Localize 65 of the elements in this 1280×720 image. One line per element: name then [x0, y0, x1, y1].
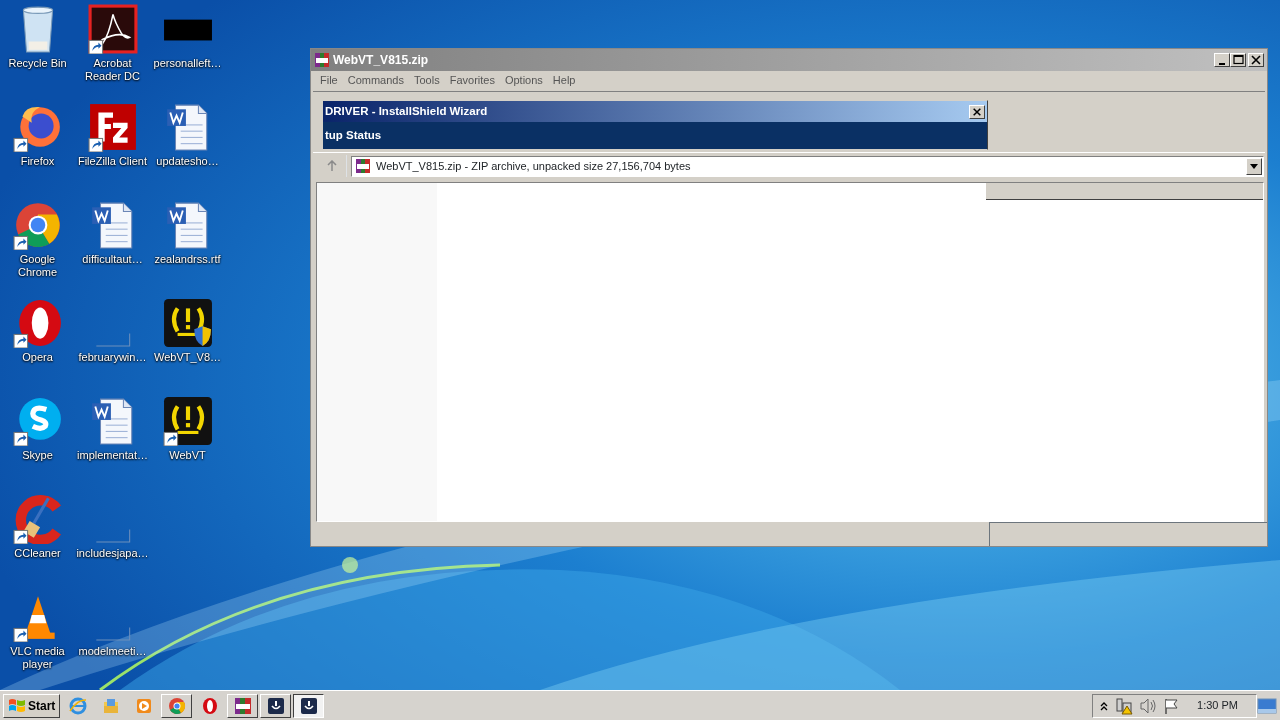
icon-label: Google Chrome [16, 253, 59, 279]
menu-item[interactable]: File [315, 71, 343, 89]
icon-label: updatesho… [155, 155, 220, 168]
desktop-icon[interactable] [162, 298, 213, 348]
network-warning-icon[interactable] [1115, 696, 1134, 715]
browser-icon [68, 696, 87, 715]
browser-icon [200, 696, 219, 715]
icon-label: VLC media player [9, 645, 66, 671]
dialog-title: DRIVER - InstallShield Wizard [325, 103, 488, 119]
desktop-icon[interactable] [12, 494, 63, 544]
menu-item[interactable]: Options [499, 71, 548, 89]
close-button[interactable] [969, 104, 985, 119]
window-title: WebVT_V815.zip [333, 52, 429, 69]
address-field[interactable]: WebVT_V815.zip - ZIP archive, unpacked size 27,156,704 bytes [351, 155, 1264, 177]
clock[interactable]: 1:30 PM [1197, 697, 1238, 714]
icon-label: Firefox [19, 155, 56, 168]
close-button[interactable] [1248, 53, 1264, 67]
app-icon [266, 696, 285, 715]
menu-item[interactable]: Help [547, 71, 581, 89]
icon-label: Opera [21, 351, 54, 364]
taskbar-button[interactable] [293, 693, 325, 718]
speaker-icon[interactable] [1139, 696, 1158, 715]
minimize-button[interactable] [1214, 53, 1230, 67]
icon-label: CCleaner [13, 547, 62, 560]
app-icon [299, 696, 318, 715]
dialog-heading: tup Status [325, 127, 382, 143]
browser-icon [167, 696, 186, 715]
media-player-icon [134, 696, 153, 715]
desktop-icon[interactable] [12, 396, 63, 446]
icon-label: personalleft… [152, 57, 223, 70]
icon-label: WebVT [168, 449, 207, 462]
archive-icon [233, 696, 252, 715]
maximize-button[interactable] [1230, 53, 1246, 67]
desktop-icon[interactable] [12, 200, 63, 250]
archive-icon [314, 52, 330, 68]
show-desktop-icon[interactable] [1257, 696, 1277, 715]
windows-logo-icon [8, 697, 26, 714]
icon-label: Skype [21, 449, 54, 462]
start-button[interactable]: Start [3, 693, 61, 718]
icon-label: Recycle Bin [7, 57, 68, 70]
menu-item[interactable]: Commands [342, 71, 409, 89]
maximize-icon [1232, 54, 1244, 66]
desktop-icon[interactable] [87, 102, 138, 152]
caret-icon [1250, 163, 1258, 169]
close-icon [1250, 54, 1262, 66]
archive-icon [355, 158, 371, 174]
icon-label: zealandrss.rtf [153, 253, 222, 266]
icon-label: includesjapa… [75, 547, 150, 560]
close-icon [972, 106, 982, 117]
folder-icon [101, 696, 120, 715]
icon-label: implementat… [76, 449, 149, 462]
menu-item[interactable]: Tools [409, 71, 445, 89]
up-arrow-icon [325, 160, 338, 172]
desktop-icon[interactable] [162, 396, 213, 446]
desktop-icon[interactable] [12, 298, 63, 348]
icon-label: FileZilla Client [76, 155, 149, 168]
icon-label: modelmeeti… [77, 645, 148, 658]
icon-label: Acrobat Reader DC [84, 57, 141, 83]
menu-item[interactable]: Favorites [444, 71, 500, 89]
dropdown-button[interactable] [1246, 157, 1262, 175]
icon-label: februarywin… [77, 351, 148, 364]
icon-label: difficultaut… [81, 253, 144, 266]
icon-label: WebVT_V8… [152, 351, 223, 364]
minimize-icon [1219, 63, 1225, 65]
desktop-icon[interactable] [87, 4, 138, 54]
